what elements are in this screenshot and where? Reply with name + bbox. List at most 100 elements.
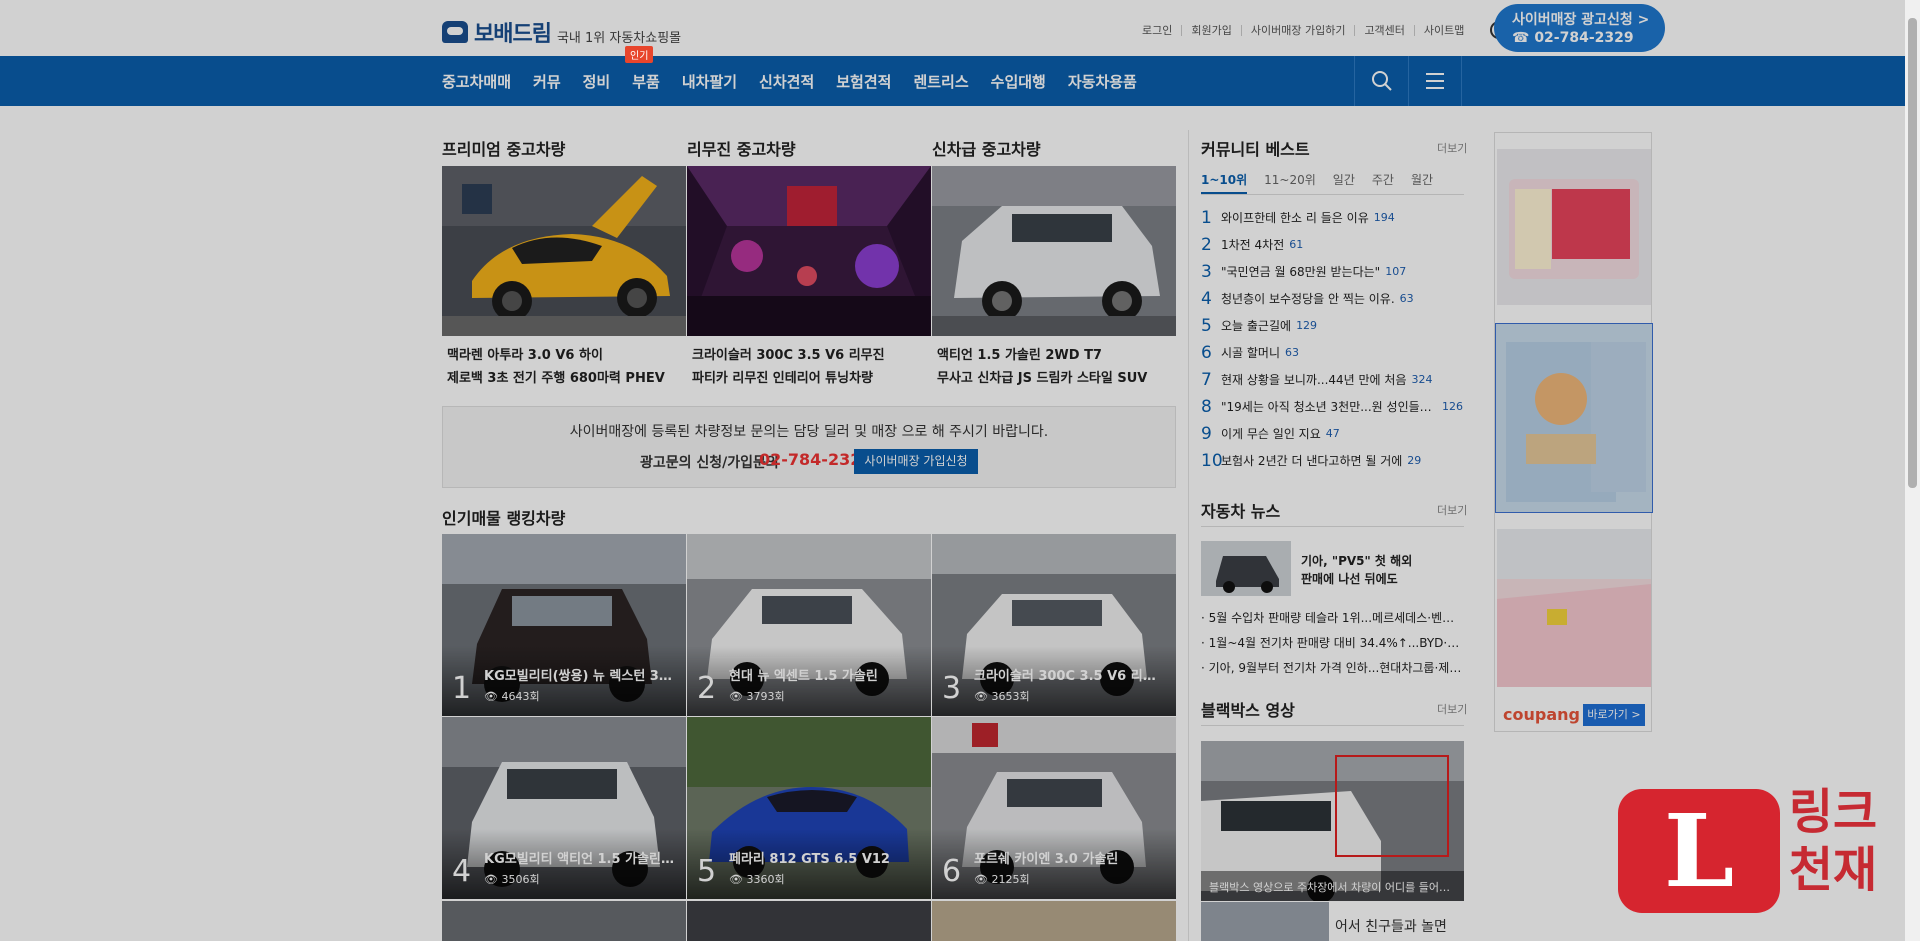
news-item[interactable]: · 기아, 9월부터 전기차 가격 인하...현대차그룹·제네시 스 전환 [1201, 659, 1464, 676]
popular-car-card[interactable]: 1 KG모빌리티(쌍용) 뉴 렉스턴 3.2 가솔린 👁 4643회 [442, 534, 686, 716]
top-bar: 보배드림 국내 1위 자동차쇼핑몰 로그인 회원가입 사이버매장 가입하기 고객… [0, 0, 1905, 56]
tab-rank-1-10[interactable]: 1~10위 [1201, 168, 1248, 194]
popular-car-card-partial[interactable] [442, 901, 686, 941]
news-item-text: 기아, 9월부터 전기차 가격 인하...현대차그룹·제네시 스 전환 [1208, 661, 1464, 675]
premium-caption-line1[interactable]: 맥라렌 아투라 3.0 V6 하이 [447, 344, 603, 363]
rank-number: 7 [1201, 369, 1212, 390]
blackbox-video-thumbnail-partial[interactable] [1201, 902, 1329, 941]
list-item[interactable]: 9 이게 무슨 일인 지요 47 [1201, 420, 1464, 447]
tab-daily[interactable]: 일간 [1333, 168, 1355, 194]
premium-car-thumbnail[interactable] [442, 166, 686, 336]
limousine-interior-photo [687, 166, 931, 336]
list-item[interactable]: 1 와이프한테 한소 리 들은 이유 194 [1201, 204, 1464, 231]
popular-car-card[interactable]: 6 포르쉐 카이엔 3.0 가솔린 👁 2125회 [932, 717, 1176, 899]
view-count-value: 3793회 [746, 690, 785, 703]
ranking-more-link[interactable]: 더보기 [1437, 140, 1467, 156]
login-link[interactable]: 로그인 [1133, 25, 1181, 36]
view-count: 👁 3793회 [729, 688, 785, 704]
handwriting-caption: 어서 친구들과 놀면 [1335, 919, 1447, 935]
post-title: "19세는 아직 청소년 3천만...원 성인들이 '... [1221, 400, 1437, 414]
list-item[interactable]: 5 오늘 출근길에 129 [1201, 312, 1464, 339]
sitemap-link[interactable]: 사이트맵 [1413, 24, 1473, 36]
ad-apply-button[interactable]: 사이버매장 광고신청 > ☎ 02-784-2329 [1494, 4, 1665, 52]
popular-car-card[interactable]: 2 현대 뉴 엑센트 1.5 가솔린 👁 3793회 [687, 534, 931, 716]
nav-item-used-car[interactable]: 중고차매매 [442, 71, 511, 92]
ad-product-2[interactable] [1495, 323, 1653, 513]
rank-number: 1 [1201, 207, 1212, 228]
vertical-scrollbar[interactable] [1905, 0, 1920, 941]
popular-car-card[interactable]: 3 크라이슬러 300C 3.5 V6 리무진 👁 3653회 [932, 534, 1176, 716]
premium-caption-line2[interactable]: 제로백 3초 전기 주행 680마력 PHEV [447, 367, 665, 386]
list-item[interactable]: 3 "국민연금 월 68만원 받는다는" 107 [1201, 258, 1464, 285]
eye-icon: 👁 [974, 690, 992, 703]
blackbox-more-link[interactable]: 더보기 [1437, 701, 1467, 717]
cyber-shop-join-link[interactable]: 사이버매장 가입하기 [1240, 24, 1355, 36]
limousine-thumbnail[interactable] [687, 166, 931, 336]
limousine-caption-line1[interactable]: 크라이슬러 300C 3.5 V6 리무진 [692, 344, 885, 363]
nav-item-import[interactable]: 수입대행 [991, 71, 1046, 92]
tab-monthly[interactable]: 월간 [1411, 168, 1433, 194]
comment-count: 129 [1296, 319, 1318, 332]
logo-subtitle: 국내 1위 자동차쇼핑몰 [556, 30, 682, 46]
nav-item-sell-car[interactable]: 내차팔기 [682, 71, 737, 92]
list-item[interactable]: 10 보험사 2년간 더 낸다고하면 될 거에 29 [1201, 447, 1464, 474]
rank-number: 4 [1201, 288, 1212, 309]
car-title: 크라이슬러 300C 3.5 V6 리무진 [974, 669, 1164, 684]
popular-car-card[interactable]: 5 페라리 812 GTS 6.5 V12 👁 3360회 [687, 717, 931, 899]
news-item[interactable]: · 5월 수입차 판매량 테슬라 1위...메르세데스·벤츠에게 밀려 [1201, 609, 1464, 626]
view-count: 👁 3360회 [729, 871, 785, 887]
divider [1201, 725, 1464, 726]
popular-car-card-partial[interactable] [932, 901, 1176, 941]
list-item[interactable]: 6 시골 할머니 63 [1201, 339, 1464, 366]
column-divider [1188, 130, 1189, 941]
suv-caption-line2[interactable]: 무사고 신차급 JS 드림카 스타일 SUV [937, 367, 1147, 386]
list-item[interactable]: 4 청년층이 보수정당을 안 찍는 이유. 63 [1201, 285, 1464, 312]
view-count-value: 3653회 [991, 690, 1030, 703]
site-logo[interactable]: 보배드림 국내 1위 자동차쇼핑몰 [442, 16, 681, 48]
list-item[interactable]: 7 현재 상황을 보니까...44년 만에 처음 324 [1201, 366, 1464, 393]
tab-weekly[interactable]: 주간 [1372, 168, 1394, 194]
nav-item-rent-lease[interactable]: 렌트리스 [913, 71, 968, 92]
popular-car-card-partial[interactable] [687, 901, 931, 941]
utility-links: 로그인 회원가입 사이버매장 가입하기 고객센터 사이트맵 [1133, 20, 1545, 40]
nav-item-community[interactable]: 커뮤 [533, 71, 561, 92]
ad-product-1[interactable] [1497, 149, 1651, 305]
news-item[interactable]: · 1월~4월 전기차 판매량 대비 34.4%↑...BYD·테슬·볼 [1201, 634, 1464, 651]
limousine-caption-line2[interactable]: 파티카 리무진 인테리어 튜닝차량 [692, 367, 873, 386]
customer-center-link[interactable]: 고객센터 [1354, 24, 1413, 36]
suv-thumbnail[interactable] [932, 166, 1176, 336]
search-button[interactable] [1354, 56, 1408, 106]
menu-button[interactable] [1408, 56, 1462, 106]
news-thumbnail[interactable] [1201, 541, 1291, 596]
blackbox-video-thumbnail[interactable]: 블랙박스 영상으로 주차장에서 차량이 어디를 들어간 후에... [1201, 741, 1464, 901]
nav-item-accessories[interactable]: 자동차용품 [1068, 71, 1137, 92]
view-count-value: 2125회 [991, 873, 1030, 886]
tab-rank-11-20[interactable]: 11~20위 [1264, 168, 1316, 194]
suv-caption-line1[interactable]: 액티언 1.5 가솔린 2WD T7 [937, 344, 1102, 363]
rank-number: 2 [1201, 234, 1212, 255]
news-headline[interactable]: 기아, "PV5" 첫 해외 판매에 나선 뒤에도 [1301, 552, 1412, 588]
nav-item-repair[interactable]: 정비 [583, 71, 611, 92]
nav-item-parts[interactable]: 부품 [632, 71, 660, 92]
post-title: 1차전 4차전 [1221, 238, 1285, 252]
news-more-link[interactable]: 더보기 [1437, 502, 1467, 518]
coupang-ad[interactable]: coupang 바로가기 > [1494, 132, 1653, 732]
cyber-shop-join-button[interactable]: 사이버매장 가입신청 [854, 449, 978, 474]
nav-item-insurance-quote[interactable]: 보험견적 [836, 71, 891, 92]
coupang-go-button[interactable]: 바로가기 > [1583, 704, 1645, 726]
list-item[interactable]: 8 "19세는 아직 청소년 3천만...원 성인들이 '... 126 [1201, 393, 1464, 420]
eye-icon: 👁 [729, 873, 747, 886]
section-title-popular: 인기매물 랭킹차량 [442, 509, 566, 528]
list-item[interactable]: 2 1차전 4차전 61 [1201, 231, 1464, 258]
ad-product-3[interactable] [1497, 529, 1651, 687]
bedding-product-photo [1497, 529, 1651, 687]
car-title: 페라리 812 GTS 6.5 V12 [729, 852, 890, 867]
popular-car-card[interactable]: 4 KG모빌리티 액티언 1.5 가솔린 2WD T7 👁 3506회 [442, 717, 686, 899]
nav-item-new-car-quote[interactable]: 신차견적 [759, 71, 814, 92]
scrollbar-thumb[interactable] [1908, 18, 1917, 488]
view-count: 👁 3653회 [974, 688, 1030, 704]
coupang-logo: coupang [1503, 705, 1580, 724]
parking-lot-photo [1201, 741, 1464, 901]
signup-link[interactable]: 회원가입 [1181, 24, 1240, 36]
search-icon [1371, 71, 1392, 91]
